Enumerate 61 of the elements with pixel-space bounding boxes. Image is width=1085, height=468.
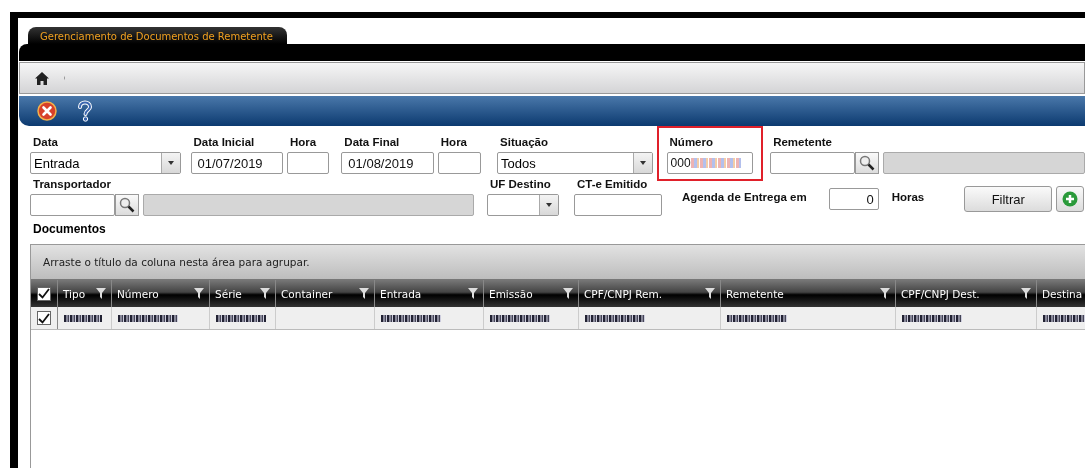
field-label: Remetente [772,136,833,150]
field-label: Número [668,136,714,150]
redacted-text [727,314,787,322]
field-label: Data Inicial [192,136,256,150]
close-icon[interactable] [37,101,57,121]
filter-icon[interactable] [880,288,890,299]
end-date-field[interactable]: 01/08/2019 [341,152,434,174]
start-time-field[interactable] [287,152,330,174]
row-checkbox[interactable] [37,311,51,325]
filter-icon[interactable] [260,288,270,299]
redacted-text [118,314,178,322]
redacted-text [64,314,102,322]
cte-field[interactable] [574,194,662,216]
redacted-text [902,314,962,322]
plus-icon [1062,191,1079,207]
field-label: Situação [499,136,550,150]
redacted-text [490,314,550,322]
search-button[interactable] [855,152,880,174]
dropdown-arrow-icon [639,161,646,165]
search-icon [119,197,135,213]
group-hint: Arraste o título da coluna nesta área para agrupar. [43,256,310,268]
field-label: Hora [439,136,468,150]
help-icon[interactable] [77,100,93,122]
field-label: CT-e Emitido [576,178,649,192]
redacted-text [585,314,645,322]
carrier-code-field[interactable] [30,194,115,216]
redacted-text [1043,314,1085,322]
sender-code-field[interactable] [770,152,856,174]
filter-icon[interactable] [468,288,478,299]
hours-field[interactable]: 0 [828,188,879,210]
window-tab[interactable]: Gerenciamento de Documentos de Remetente [28,27,287,44]
filter-icon[interactable] [194,288,204,299]
redacted-text [216,314,266,322]
field-label: UF Destino [489,178,552,192]
dropdown-arrow-icon [546,203,552,207]
filter-icon[interactable] [563,288,573,299]
dropdown-arrow-icon [167,161,174,165]
section-title: Documentos [32,222,107,238]
start-date-field[interactable]: 01/07/2019 [190,152,283,174]
end-time-field[interactable] [437,152,482,174]
destination-state-dropdown[interactable] [487,194,559,216]
filter-icon[interactable] [96,288,106,299]
unit-label: Horas [890,191,925,205]
field-label: Data [32,136,59,150]
filter-button[interactable]: Filtrar [964,186,1053,212]
number-field[interactable]: 000 [666,152,754,174]
select-all-checkbox[interactable] [37,286,51,301]
add-button[interactable] [1056,186,1085,212]
filter-icon[interactable] [1021,288,1031,299]
filter-icon[interactable] [705,288,715,299]
filter-icon[interactable] [359,288,369,299]
redacted-text [381,314,441,322]
field-label: Transportador [32,178,112,192]
search-button[interactable] [115,194,139,216]
search-icon [859,155,876,171]
field-label: Data Final [343,136,401,150]
date-type-dropdown[interactable]: Entrada [30,152,181,174]
home-icon [35,71,49,85]
status-dropdown[interactable]: Todos [497,152,653,174]
field-label: Agenda de Entrega em [681,191,807,205]
field-label: Hora [289,136,318,150]
